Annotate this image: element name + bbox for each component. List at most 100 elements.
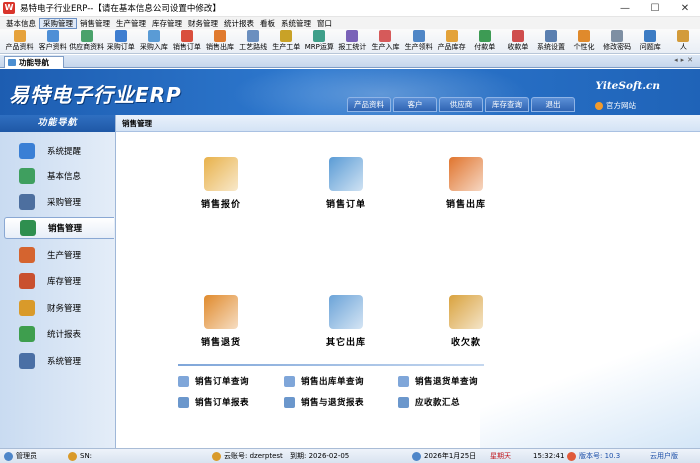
toolbar-button[interactable]: 客户资料 [36,29,69,54]
sidebar-item[interactable]: 财务管理 [4,297,114,319]
close-icon[interactable]: ✕ [670,0,700,17]
toolbar-button[interactable]: 系统设置 [534,29,567,54]
toolbar-button[interactable]: 收款单 [501,29,534,54]
toolbar-button[interactable]: 采购入库 [137,29,170,54]
toolbar-icon [180,30,193,42]
report-doc-icon [398,375,409,387]
banner-nav: 产品资料 客户 供应商 库存查询 退出 [347,97,577,112]
toolbar-label: 付款单 [474,43,496,51]
toolbar-button[interactable]: 销售订单 [170,29,203,54]
receivable-icon [449,295,483,329]
delivery-truck-icon [449,157,483,191]
menu-item[interactable]: 财务管理 [185,18,221,29]
toolbar-icon [478,30,491,42]
toolbar-button[interactable]: MRP运算 [303,29,336,54]
card-label: 收欠款 [450,338,481,348]
banner-nav-button[interactable]: 退出 [531,97,575,112]
toolbar-button[interactable]: 人 [667,29,700,54]
toolbar-label: 修改密码 [603,43,632,51]
date-label: 2026年1月25日 [424,452,477,460]
banner-nav-button[interactable]: 产品资料 [347,97,391,112]
menu-item[interactable]: 系统管理 [278,18,314,29]
banner-nav-button[interactable]: 供应商 [439,97,483,112]
toolbar-button[interactable]: 问题库 [634,29,667,54]
maximize-icon[interactable]: ☐ [640,0,670,17]
site-logo: YiteSoft.cn [595,80,660,92]
toolbar: 产品资料 客户资料 供应商资料 采购订单 采购入库 销售订单 销售出库 工艺路线 生产工单 MRP… [0,29,700,54]
function-card[interactable]: 收欠款 [431,295,501,355]
status-weekday: 星期天 [490,451,511,462]
card-label: 销售出库 [445,200,486,210]
menu-item[interactable]: 基本信息 [3,18,39,29]
toolbar-button[interactable]: 修改密码 [601,29,634,54]
report-link[interactable]: 销售订单查询 [178,374,249,388]
toolbar-button[interactable]: 生产工单 [270,29,303,54]
minimize-icon[interactable]: — [610,0,640,17]
sidebar-item[interactable]: 采购管理 [4,191,114,213]
report-doc-icon [178,375,189,387]
function-card[interactable]: 销售出库 [431,157,501,217]
toolbar-icon [214,30,227,42]
sidebar-item-label: 财务管理 [47,304,82,314]
sidebar-item[interactable]: 系统提醒 [4,140,114,162]
menu-item[interactable]: 生产管理 [113,18,149,29]
toolbar-button[interactable]: 工艺路线 [237,29,270,54]
function-card[interactable]: 销售退货 [186,295,256,355]
report-link[interactable]: 应收款汇总 [398,395,460,409]
window-title: 易特电子行业ERP--【请在基本信息公司设置中修改】 [20,4,221,14]
sidebar-item-label: 基本信息 [47,172,82,182]
report-link-label: 销售出库单查询 [301,377,365,387]
report-link-label: 销售退货单查询 [415,377,479,387]
toolbar-button[interactable]: 报工统计 [336,29,369,54]
toolbar-icon [677,30,690,42]
menu-item[interactable]: 窗口 [314,18,335,29]
sn-label: SN: [80,452,93,460]
toolbar-button[interactable]: 付款单 [468,29,501,54]
tab-function-nav[interactable]: 功能导航 [4,56,64,68]
toolbar-button[interactable]: 生产入库 [369,29,402,54]
toolbar-button[interactable]: 生产领料 [402,29,435,54]
version-label: 版本号: 10.3 [579,452,621,460]
toolbar-button[interactable]: 产品库存 [435,29,468,54]
sidebar-item-icon [19,353,35,369]
sidebar-item[interactable]: 库存管理 [4,270,114,292]
toolbar-button[interactable]: 供应商资料 [69,29,104,54]
report-link[interactable]: 销售出库单查询 [284,374,364,388]
sidebar-item[interactable]: 统计报表 [4,323,114,345]
banner-nav-button[interactable]: 客户 [393,97,437,112]
menu-item[interactable]: 看板 [257,18,278,29]
tab-close-icon[interactable]: ✕ [687,56,696,64]
background-decoration [480,328,700,448]
report-link-label: 销售订单报表 [195,398,250,408]
menu-item[interactable]: 采购管理 [39,17,77,29]
sidebar-item-icon [20,220,36,236]
menu-item[interactable]: 销售管理 [77,18,113,29]
function-card[interactable]: 其它出库 [311,295,381,355]
report-link[interactable]: 销售退货单查询 [398,374,478,388]
toolbar-label: 采购入库 [139,43,168,51]
tab-label: 功能导航 [19,58,49,67]
banner-nav-button[interactable]: 库存查询 [485,97,529,112]
toolbar-button[interactable]: 产品资料 [3,29,36,54]
toolbar-icon [511,30,524,42]
toolbar-label: 问题库 [639,43,661,51]
official-site-link[interactable]: 官方网站 [595,100,636,111]
toolbar-button[interactable]: 采购订单 [104,29,137,54]
report-link-label: 应收款汇总 [415,398,461,408]
toolbar-button[interactable]: 个性化 [568,29,601,54]
report-doc-icon [284,375,295,387]
report-link[interactable]: 销售与退货报表 [284,395,364,409]
menu-item[interactable]: 统计报表 [221,18,257,29]
sidebar-item[interactable]: 生产管理 [4,244,114,266]
menu-item[interactable]: 库存管理 [149,18,185,29]
sidebar-item[interactable]: 基本信息 [4,165,114,187]
report-doc-icon [284,396,295,408]
function-card[interactable]: 销售报价 [186,157,256,217]
card-label: 其它出库 [325,338,366,348]
status-user: 管理员 [4,451,37,462]
sidebar-item[interactable]: 系统管理 [4,350,114,372]
sidebar-item[interactable]: 销售管理 [4,217,114,239]
toolbar-button[interactable]: 销售出库 [203,29,236,54]
report-link[interactable]: 销售订单报表 [178,395,249,409]
function-card[interactable]: 销售订单 [311,157,381,217]
